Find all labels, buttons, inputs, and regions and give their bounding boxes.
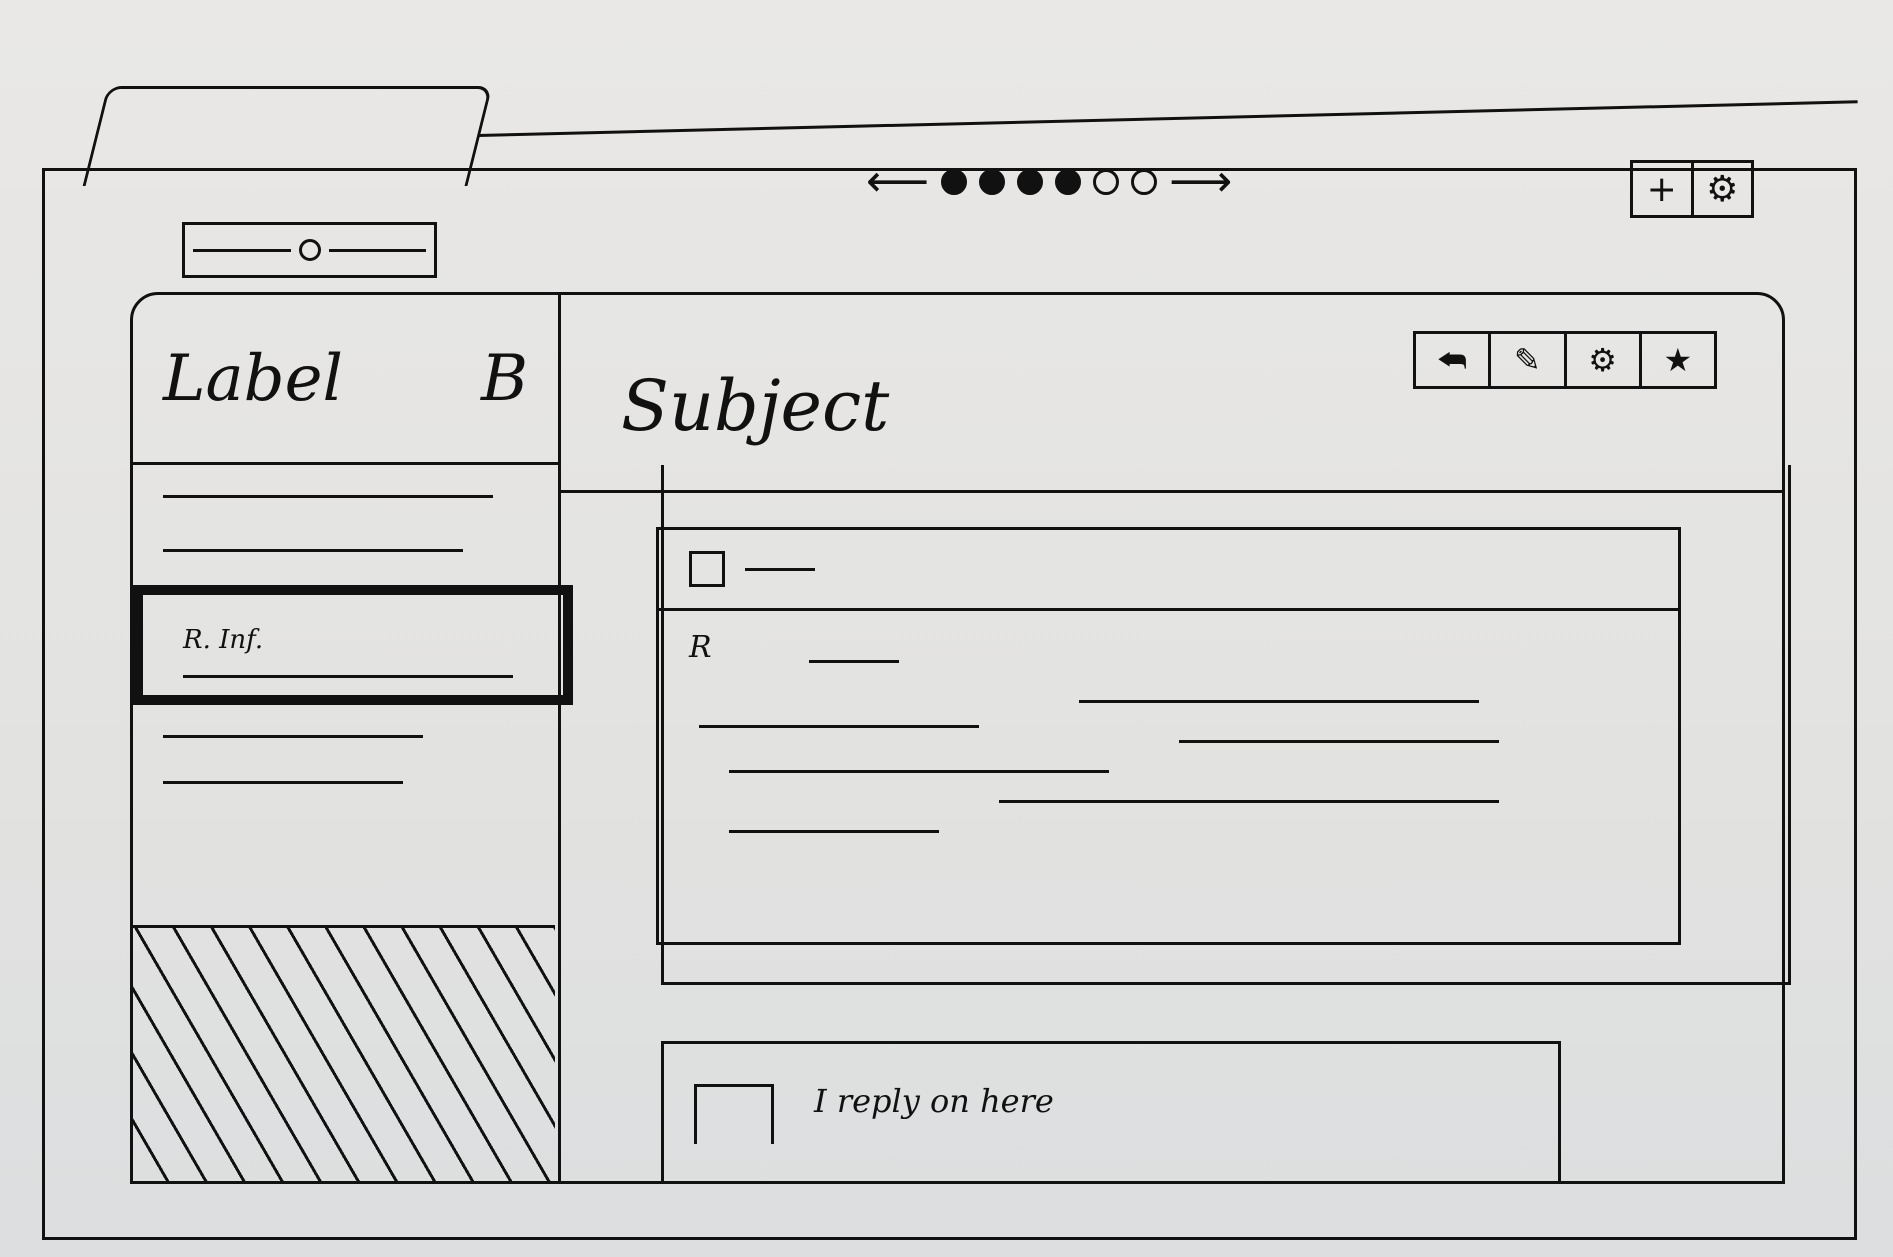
page-dot[interactable] — [1093, 169, 1120, 195]
page-dot[interactable] — [979, 169, 1006, 195]
reply-icon[interactable]: ⮪ — [1416, 334, 1488, 386]
settings-icon[interactable]: ⚙ — [1563, 334, 1639, 386]
settings-icon[interactable]: ⚙ — [1690, 163, 1752, 215]
message-toolbar: ⮪ ✎ ⚙ ★ — [1413, 331, 1717, 389]
list-item[interactable] — [133, 705, 558, 825]
message-sender: R — [689, 630, 712, 665]
page-dot[interactable] — [941, 169, 968, 195]
address-text — [193, 248, 291, 252]
sidebar-title: Label — [163, 341, 343, 416]
edit-icon[interactable]: ✎ — [1488, 334, 1563, 386]
sidebar-title-suffix: B — [480, 341, 528, 416]
tab-strip-edge — [477, 100, 1858, 137]
star-icon[interactable]: ★ — [1638, 334, 1714, 386]
address-bar[interactable] — [182, 222, 437, 278]
header-text — [745, 567, 815, 571]
sidebar-empty-area — [133, 925, 555, 1184]
reply-composer[interactable]: I reply on here — [661, 1041, 1561, 1181]
message-header: Subject ⮪ ✎ ⚙ ★ — [561, 295, 1782, 493]
select-checkbox[interactable] — [689, 551, 725, 587]
list-item[interactable] — [133, 465, 558, 585]
next-arrow-icon[interactable]: ⟶ — [1169, 160, 1232, 204]
message-view: Subject ⮪ ✎ ⚙ ★ R I reply on here — [561, 295, 1791, 1181]
sidebar: Label B R. Inf. — [133, 295, 573, 1184]
add-icon[interactable]: + — [1633, 163, 1691, 215]
page-dot[interactable] — [1055, 169, 1082, 195]
reply-input[interactable]: I reply on here — [814, 1082, 1054, 1120]
address-text-rest — [328, 248, 426, 252]
list-item-selected[interactable]: R. Inf. — [133, 585, 573, 705]
site-icon — [298, 239, 321, 261]
message-subject: Subject — [621, 365, 890, 447]
reply-attach-box[interactable] — [694, 1084, 774, 1144]
page-dot[interactable] — [1017, 169, 1044, 195]
page-carousel: ⟵ ⟶ — [866, 160, 1232, 204]
sidebar-header: Label B — [133, 295, 558, 465]
list-item-label: R. Inf. — [183, 625, 264, 655]
window-controls: + ⚙ — [1630, 160, 1754, 218]
message-card: R — [656, 527, 1681, 945]
content-panel: Label B R. Inf. Subject ⮪ ✎ ⚙ ★ R I repl… — [130, 292, 1791, 1184]
message-card-header — [659, 530, 1678, 611]
page-dot[interactable] — [1131, 169, 1158, 195]
prev-arrow-icon[interactable]: ⟵ — [866, 160, 929, 204]
